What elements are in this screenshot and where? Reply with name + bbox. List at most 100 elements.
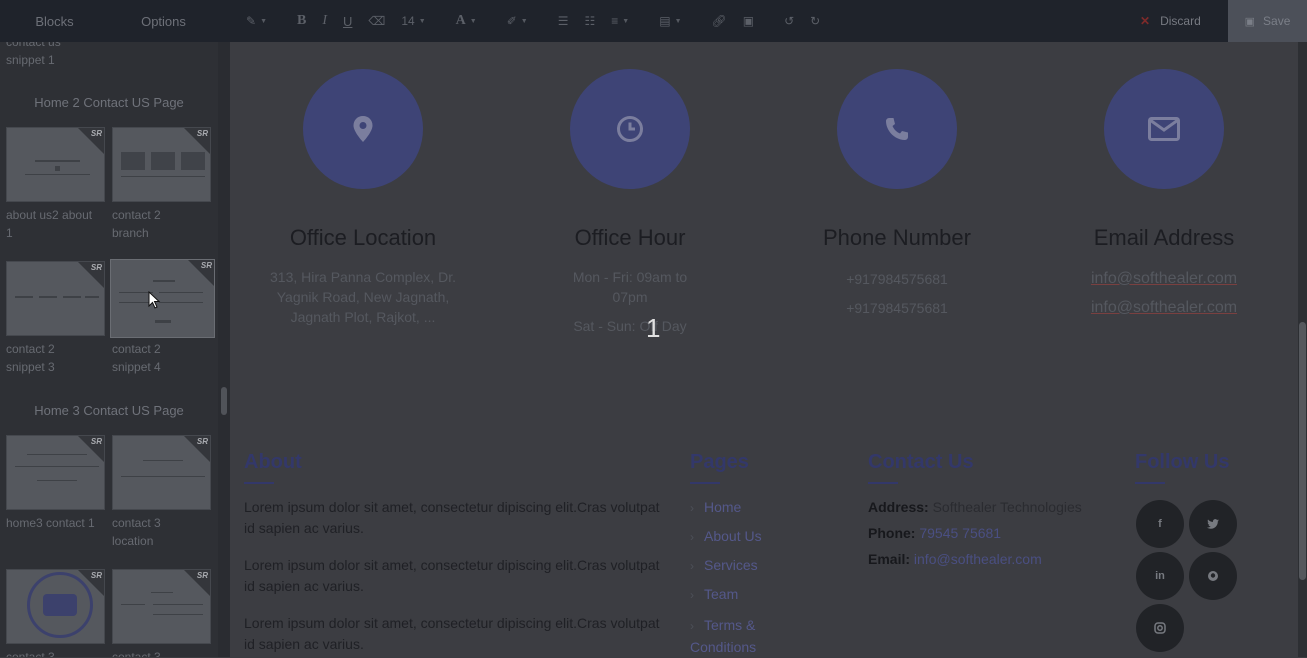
clock-icon: [617, 116, 643, 142]
footer-link-about[interactable]: › About Us: [690, 528, 762, 544]
italic-icon: I: [322, 13, 328, 28]
sr-badge: SR: [196, 571, 208, 580]
address-value: Softhealer Technologies: [932, 499, 1082, 515]
chevron-right-icon: ›: [690, 559, 694, 573]
redo-button[interactable]: ↻: [802, 0, 828, 42]
footer-follow-title: Follow Us: [1135, 451, 1230, 473]
envelope-icon: [1148, 117, 1180, 141]
align-dropdown[interactable]: ≡ ▼: [603, 0, 637, 42]
footer-link-home[interactable]: › Home: [690, 499, 741, 515]
discard-label: Discard: [1160, 14, 1201, 28]
email-line[interactable]: info@softhealer.com: [1044, 298, 1284, 318]
clear-format-button[interactable]: ⌫: [360, 0, 393, 42]
save-button[interactable]: ▣ Save: [1228, 0, 1307, 42]
mouse-cursor-icon: [148, 291, 161, 309]
hours-weekend: Sat - Sun: Off Day: [573, 318, 687, 334]
card-title: Phone Number: [823, 225, 971, 250]
image-button[interactable]: ▣: [735, 0, 762, 42]
link-button[interactable]: 🔗︎: [704, 0, 735, 42]
caption-line: contact 3: [112, 516, 161, 530]
chevron-down-icon: ▼: [520, 17, 528, 25]
about-paragraph: Lorem ipsum dolor sit amet, consectetur …: [244, 499, 660, 536]
link-label: About Us: [704, 528, 762, 544]
email-line[interactable]: info@softhealer.com: [1044, 269, 1284, 289]
footer-link-terms[interactable]: › Terms & Conditions: [690, 615, 790, 658]
caption-line: contact 2: [112, 208, 161, 222]
sr-badge: SR: [90, 129, 102, 138]
about-paragraph: Lorem ipsum dolor sit amet, consectetur …: [244, 615, 660, 652]
bullet-list-button[interactable]: ☰: [550, 0, 577, 42]
discard-button[interactable]: ✕ Discard: [1140, 0, 1201, 42]
facebook-icon[interactable]: f: [1136, 500, 1184, 548]
linkedin-icon[interactable]: in: [1136, 552, 1184, 600]
card-title: Office Location: [289, 225, 437, 250]
snippet-thumbnail[interactable]: SR: [112, 569, 211, 644]
font-color-dropdown[interactable]: A ▼: [448, 0, 485, 42]
snippet-sidebar: contact us snippet 1 Home 2 Contact US P…: [0, 42, 218, 657]
footer-link-services[interactable]: › Services: [690, 557, 758, 573]
phone-link[interactable]: 79545 75681: [919, 525, 1001, 541]
chevron-down-icon: ▼: [622, 17, 630, 25]
snippet-thumbnail[interactable]: SR: [6, 569, 105, 644]
icon-circle: [837, 69, 957, 189]
underline-button[interactable]: U: [335, 0, 360, 42]
card-text: info@softhealer.com info@softhealer.com: [1044, 269, 1284, 318]
email-link[interactable]: info@softhealer.com: [914, 551, 1042, 567]
card-text: 313, Hira Panna Complex, Dr. Yagnik Road…: [268, 267, 458, 327]
snippet-thumbnail[interactable]: SR: [110, 259, 215, 338]
tab-blocks[interactable]: Blocks: [0, 0, 109, 42]
font-size-dropdown[interactable]: 14 ▼: [393, 0, 433, 42]
sr-badge: SR: [200, 261, 212, 270]
table-dropdown[interactable]: ▤ ▼: [651, 0, 689, 42]
github-icon[interactable]: [1189, 552, 1237, 600]
undo-button[interactable]: ↺: [776, 0, 802, 42]
footer-about-title: About: [244, 451, 302, 473]
heading-rule: [1135, 482, 1165, 484]
footer-contact-title: Contact Us: [868, 451, 974, 473]
snippet-thumbnail[interactable]: SR: [112, 127, 211, 202]
sr-badge: SR: [90, 263, 102, 272]
overlay-number: 1: [646, 313, 661, 343]
snippet-thumbnail[interactable]: SR: [6, 261, 105, 336]
save-label: Save: [1263, 14, 1291, 28]
contact-email: Email: info@softhealer.com: [868, 551, 1042, 567]
footer-pages-title: Pages: [690, 451, 749, 473]
chevron-down-icon: ▼: [260, 17, 267, 25]
tab-options[interactable]: Options: [109, 0, 218, 42]
card-text: +917984575681 +917984575681: [777, 269, 1017, 318]
heading-rule: [868, 482, 898, 484]
link-icon: 🔗︎: [711, 14, 727, 28]
canvas-scrollbar[interactable]: [1298, 42, 1307, 657]
brush-style-dropdown[interactable]: ✎ ▼: [238, 0, 275, 42]
bold-button[interactable]: B: [289, 0, 314, 42]
snippet-thumbnail[interactable]: SR: [112, 435, 211, 510]
pen-icon: ✎: [246, 14, 257, 28]
link-label: Home: [704, 499, 742, 515]
caption-line: about us2 about: [6, 208, 93, 222]
bullet-list-icon: ☰: [557, 14, 569, 28]
icon-circle: [303, 69, 423, 189]
link-label: Team: [704, 586, 739, 602]
caption-line: home3 contact 1: [6, 516, 95, 530]
footer-link-team[interactable]: › Team: [690, 586, 738, 602]
snippet-thumbnail[interactable]: SR: [6, 127, 105, 202]
italic-button[interactable]: I: [314, 0, 335, 42]
caption-line: snippet 3: [6, 360, 55, 374]
address-label: Address:: [868, 499, 929, 515]
section-title: Home 3 Contact US Page: [34, 403, 184, 418]
hours-weekday: Mon - Fri: 09am to 07pm: [572, 269, 688, 305]
instagram-icon[interactable]: [1136, 604, 1184, 652]
phone-line[interactable]: +917984575681: [777, 298, 1017, 318]
sidebar-resize-handle[interactable]: [218, 42, 230, 657]
contact-card-location: Office Location 313, Hira Panna Complex,…: [243, 69, 483, 336]
scrollbar-thumb[interactable]: [1299, 322, 1306, 580]
chevron-right-icon: ›: [690, 530, 694, 544]
about-paragraph: Lorem ipsum dolor sit amet, consectetur …: [244, 557, 660, 594]
twitter-icon[interactable]: [1189, 500, 1237, 548]
phone-line[interactable]: +917984575681: [777, 269, 1017, 289]
chevron-right-icon: ›: [690, 588, 694, 602]
highlight-dropdown[interactable]: ✐ ▼: [499, 0, 536, 42]
snippet-thumbnail[interactable]: SR: [6, 435, 105, 510]
contact-address: Address: Softhealer Technologies: [868, 499, 1082, 515]
numbered-list-button[interactable]: ☷: [577, 0, 604, 42]
